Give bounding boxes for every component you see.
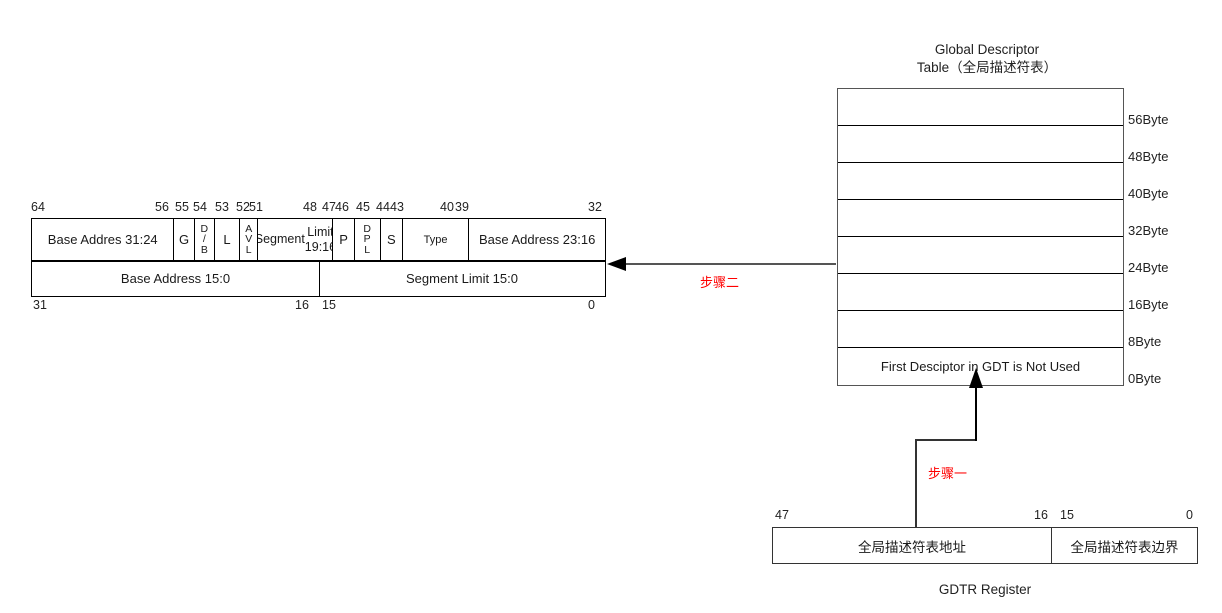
descriptor-field-text: Base Addres 31:24 [47,231,158,247]
descriptor-bit-label-53: 53 [215,200,229,214]
gdt-entry-row [838,163,1123,200]
gdt-title-line-2: Table（全局描述符表） [916,60,1058,75]
descriptor-field-text: Type [423,233,448,246]
descriptor-upper-dword-row: Base Addres 31:24 G D / B L A V L Segment Limit 19… [32,219,605,262]
descriptor-field-text: L [223,231,231,247]
descriptor-bottom-bit-label-15: 15 [322,298,336,312]
descriptor-bit-label-51: 51 [249,200,263,214]
descriptor-bit-label-54: 54 [193,200,207,214]
descriptor-bit-label-52: 52 [236,200,250,214]
descriptor-field-text: B [200,243,208,256]
gdt-byte-offset-32Byte: 32Byte [1128,223,1169,238]
descriptor-field-text: Limit 19:16 [304,224,334,254]
descriptor-bit-label-32: 32 [588,200,602,214]
gdtr-caption: GDTR Register [938,582,1032,597]
descriptor-field-base-address-31-24: Base Addres 31:24 [32,219,175,260]
gdt-entry-row: First Desciptor in GDT is Not Used [880,359,1081,374]
gdt-entry-row [838,89,1123,126]
descriptor-bit-label-39: 39 [455,200,469,214]
descriptor-bit-label-56: 56 [155,200,169,214]
descriptor-bit-label-47: 47 [322,200,336,214]
descriptor-field-base-address-23-16: Base Address 23:16 [469,219,605,260]
descriptor-bit-label-40: 40 [440,200,454,214]
gdtr-limit-field: 全局描述符表边界 [1070,539,1179,555]
gdt-byte-offset-40Byte: 40Byte [1128,186,1169,201]
descriptor-bit-label-55: 55 [175,200,189,214]
descriptor-field-base-address-15-0: Base Address 15:0 [32,262,320,296]
segment-descriptor-table: Base Addres 31:24 G D / B L A V L Segment Limit 19… [31,218,606,297]
gdtr-register: 全局描述符表地址 全局描述符表边界 [772,527,1198,564]
descriptor-field-granularity-g: G [174,219,195,260]
gdt-byte-offset-0Byte: 0Byte [1128,371,1162,386]
gdt-entry-row [838,126,1123,163]
descriptor-bottom-bit-label-0: 0 [588,298,595,312]
gdt-byte-offset-24Byte: 24Byte [1128,260,1169,275]
descriptor-bit-label-43: 43 [390,200,404,214]
descriptor-bit-label-45: 45 [356,200,370,214]
descriptor-bit-label-46: 46 [335,200,349,214]
gdt-entry-row [838,274,1123,311]
descriptor-field-segment-limit-19-16: Segment Limit 19:16 [258,219,334,260]
descriptor-field-long-mode-l: L [215,219,241,260]
descriptor-bit-label-48: 48 [303,200,317,214]
descriptor-bottom-bit-label-31: 31 [33,298,47,312]
gdt-entry-row [838,311,1123,348]
descriptor-field-available-avl: AVL [240,219,259,260]
gdtr-bit-label-15: 15 [1060,508,1074,522]
descriptor-bit-label-44: 44 [376,200,390,214]
descriptor-field-type: Type [403,219,470,260]
descriptor-field-segment-limit-15-0: Segment Limit 15:0 [405,271,518,286]
descriptor-field-text: Base Address 23:16 [478,231,596,247]
descriptor-field-text: L [364,243,371,256]
gdt-byte-offset-8Byte: 8Byte [1128,334,1162,349]
gdtr-bit-label-47: 47 [775,508,789,522]
descriptor-field-default-op-size-db: D / B [195,219,215,260]
descriptor-lower-dword-row: Base Address 15:0 Segment Limit 15:0 [32,262,605,296]
descriptor-field-text: Segment [258,232,305,246]
step-one-label: 步骤一 [928,466,968,481]
descriptor-field-system-s: S [381,219,403,260]
descriptor-field-text: G [179,231,190,247]
gdt-byte-offset-56Byte: 56Byte [1128,112,1169,127]
gdt-byte-offset-48Byte: 48Byte [1128,149,1169,164]
step-two-arrowhead [607,257,626,271]
gdt-entry-row [838,200,1123,237]
descriptor-field-text: P [339,231,348,247]
descriptor-field-text: S [386,231,396,247]
descriptor-bit-label-64: 64 [31,200,45,214]
descriptor-field-present-p: P [333,219,355,260]
descriptor-field-text: L [245,243,252,256]
global-descriptor-table: First Desciptor in GDT is Not Used [837,88,1124,386]
gdtr-bit-label-16: 16 [1034,508,1048,522]
gdt-title-line-1: Global Descriptor [934,42,1040,57]
step-two-label: 步骤二 [700,275,740,290]
gdt-entry-row [838,237,1123,274]
gdt-byte-offset-16Byte: 16Byte [1128,297,1169,312]
gdt-title: Global Descriptor Table（全局描述符表） [887,41,1087,77]
descriptor-field-descriptor-privilege-level-dpl: DPL [355,219,381,260]
descriptor-bottom-bit-label-16: 16 [295,298,309,312]
gdtr-bit-label-0: 0 [1186,508,1193,522]
gdtr-base-address-field: 全局描述符表地址 [773,528,1052,563]
